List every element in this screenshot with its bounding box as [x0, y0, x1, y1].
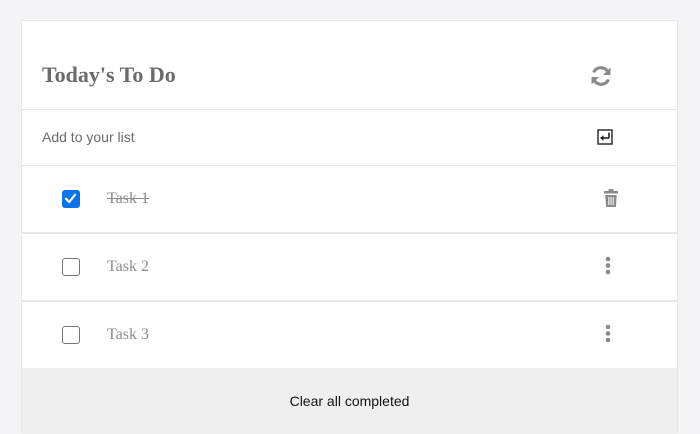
- task-label: Task 3: [107, 326, 149, 343]
- task-item: Task 2: [22, 234, 677, 302]
- add-task-row: [22, 110, 677, 166]
- refresh-icon[interactable]: [588, 63, 614, 89]
- task-checkbox[interactable]: [62, 258, 80, 276]
- todo-card: Today's To Do Task 1: [21, 20, 678, 434]
- enter-icon[interactable]: [597, 129, 613, 145]
- more-vertical-icon[interactable]: [602, 324, 620, 346]
- task-checkbox[interactable]: [62, 190, 80, 208]
- add-task-input[interactable]: [36, 124, 548, 150]
- todo-header: Today's To Do: [22, 21, 677, 110]
- task-item: Task 1: [22, 166, 677, 234]
- task-checkbox[interactable]: [62, 326, 80, 344]
- task-label: Task 2: [107, 258, 149, 275]
- todo-footer: Clear all completed: [22, 368, 677, 434]
- task-item: Task 3: [22, 302, 677, 370]
- task-label: Task 1: [107, 190, 149, 207]
- clear-completed-button[interactable]: Clear all completed: [290, 393, 410, 409]
- more-vertical-icon[interactable]: [602, 256, 620, 278]
- trash-icon[interactable]: [602, 188, 620, 210]
- page-title: Today's To Do: [42, 62, 176, 87]
